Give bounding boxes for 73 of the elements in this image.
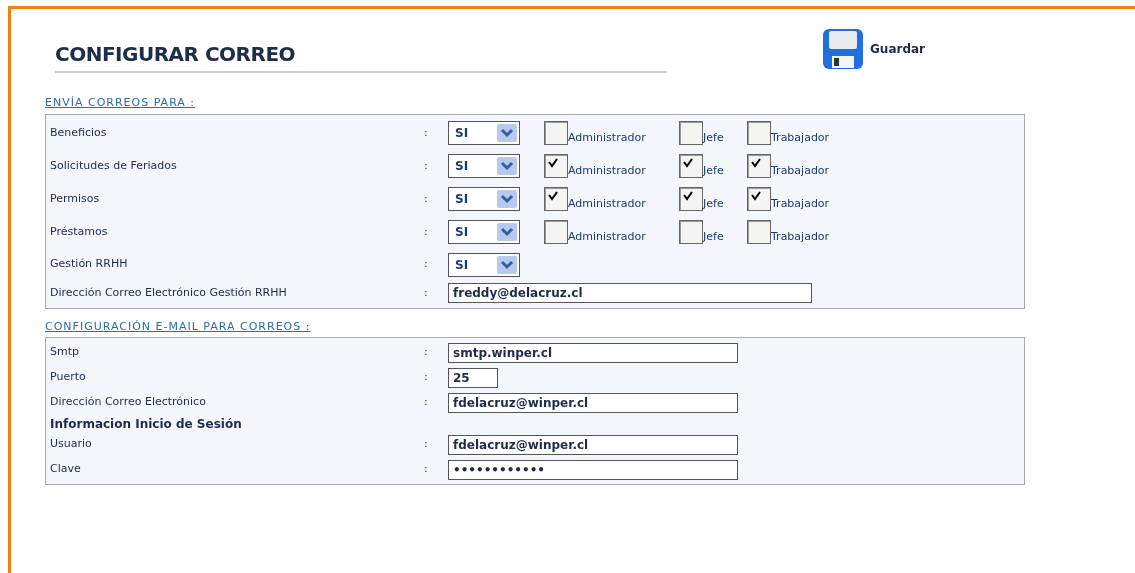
checkbox[interactable] bbox=[747, 154, 771, 178]
section-heading: ENVÍA CORREOS PARA : bbox=[45, 95, 197, 111]
checkbox[interactable] bbox=[679, 154, 703, 178]
input-field[interactable]: •••••••••••• bbox=[448, 459, 738, 480]
checkbox-label: Administrador bbox=[568, 231, 646, 242]
checkbox-label: Jefe bbox=[703, 165, 724, 176]
separator: : bbox=[424, 344, 429, 361]
checkbox-label: Administrador bbox=[568, 165, 646, 176]
separator: : bbox=[424, 256, 429, 273]
check-icon bbox=[683, 158, 693, 168]
input-field[interactable]: fdelacruz@winper.cl bbox=[448, 392, 738, 413]
field-label: Usuario bbox=[49, 436, 93, 453]
separator: : bbox=[424, 461, 429, 478]
checkbox[interactable] bbox=[544, 121, 568, 145]
check-icon bbox=[751, 191, 761, 201]
separator: : bbox=[424, 436, 429, 453]
checkbox-label: Trabajador bbox=[771, 165, 830, 176]
field-label: Puerto bbox=[49, 369, 87, 386]
page-title: CONFIGURAR CORREO bbox=[55, 42, 296, 66]
field-label: Dirección Correo Electrónico Gestión RRHH bbox=[49, 284, 288, 301]
checkbox-label: Administrador bbox=[568, 132, 646, 143]
field-label: Gestión RRHH bbox=[49, 256, 129, 273]
chevron-icon bbox=[497, 223, 517, 241]
input-field[interactable]: fdelacruz@winper.cl bbox=[448, 434, 738, 455]
chevron-icon bbox=[497, 157, 517, 175]
save-button[interactable]: Guardar bbox=[822, 28, 925, 70]
select-field[interactable]: SI bbox=[448, 121, 520, 145]
checkbox-label: Administrador bbox=[568, 198, 646, 209]
checkbox-label: Trabajador bbox=[771, 198, 830, 209]
field-label: Dirección Correo Electrónico bbox=[49, 394, 207, 411]
checkbox[interactable] bbox=[544, 187, 568, 211]
separator: : bbox=[424, 284, 429, 301]
separator: : bbox=[424, 394, 429, 411]
checkbox[interactable] bbox=[747, 220, 771, 244]
input-field[interactable]: 25 bbox=[448, 367, 498, 388]
field-label: Solicitudes de Feriados bbox=[49, 157, 178, 174]
separator: : bbox=[424, 223, 429, 240]
checkbox-label: Jefe bbox=[703, 231, 724, 242]
select-field[interactable]: SI bbox=[448, 187, 520, 211]
select-field[interactable]: SI bbox=[448, 220, 520, 244]
field-label: Préstamos bbox=[49, 223, 109, 240]
checkbox[interactable] bbox=[747, 187, 771, 211]
field-label: Smtp bbox=[49, 344, 80, 361]
checkbox-label: Jefe bbox=[703, 198, 724, 209]
section-heading: CONFIGURACIÓN E-MAIL PARA CORREOS : bbox=[45, 318, 312, 335]
check-icon bbox=[548, 158, 558, 168]
checkbox-label: Trabajador bbox=[771, 231, 830, 242]
input-field[interactable]: freddy@delacruz.cl bbox=[448, 283, 812, 303]
field-label: Permisos bbox=[49, 190, 101, 207]
checkbox[interactable] bbox=[747, 121, 771, 145]
separator: : bbox=[424, 190, 429, 207]
checkbox[interactable] bbox=[544, 154, 568, 178]
select-field[interactable]: SI bbox=[448, 252, 520, 277]
separator: : bbox=[424, 157, 429, 174]
chevron-icon bbox=[497, 124, 517, 142]
subsection-label: Informacion Inicio de Sesión bbox=[49, 415, 243, 432]
checkbox[interactable] bbox=[544, 220, 568, 244]
check-icon bbox=[751, 158, 761, 168]
separator: : bbox=[424, 369, 429, 386]
check-icon bbox=[548, 191, 558, 201]
checkbox[interactable] bbox=[679, 187, 703, 211]
chevron-icon bbox=[497, 190, 517, 208]
chevron-icon bbox=[497, 255, 517, 274]
field-label: Beneficios bbox=[49, 124, 108, 141]
input-field[interactable]: smtp.winper.cl bbox=[448, 342, 738, 363]
field-label: Clave bbox=[49, 461, 82, 478]
checkbox[interactable] bbox=[679, 121, 703, 145]
checkbox-label: Jefe bbox=[703, 132, 724, 143]
checkbox[interactable] bbox=[679, 220, 703, 244]
check-icon bbox=[683, 191, 693, 201]
select-field[interactable]: SI bbox=[448, 154, 520, 178]
separator: : bbox=[424, 124, 429, 141]
checkbox-label: Trabajador bbox=[771, 132, 830, 143]
